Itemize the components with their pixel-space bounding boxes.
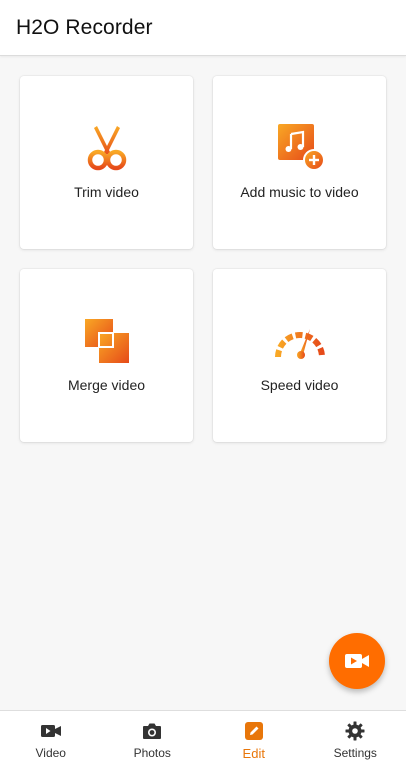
merge-video-card[interactable]: Merge video — [20, 269, 193, 442]
trim-video-label: Trim video — [74, 184, 139, 200]
camera-icon — [141, 720, 163, 742]
video-camera-icon — [344, 652, 370, 670]
nav-item-photos[interactable]: Photos — [102, 711, 204, 768]
nav-item-edit[interactable]: Edit — [203, 711, 305, 768]
nav-label-photos: Photos — [133, 746, 171, 760]
record-fab-button[interactable] — [329, 633, 385, 689]
app-title: H2O Recorder — [16, 15, 153, 39]
merge-icon — [81, 315, 133, 367]
add-music-icon — [274, 122, 326, 174]
video-camera-icon — [40, 720, 62, 742]
app-bar: H2O Recorder — [0, 0, 406, 56]
nav-label-video: Video — [35, 746, 66, 760]
nav-item-video[interactable]: Video — [0, 711, 102, 768]
speedometer-icon — [274, 315, 326, 367]
speed-video-card[interactable]: Speed video — [213, 269, 386, 442]
pencil-icon — [243, 720, 265, 742]
trim-video-card[interactable]: Trim video — [20, 76, 193, 249]
add-music-label: Add music to video — [240, 184, 359, 200]
scissors-icon — [81, 122, 133, 174]
add-music-card[interactable]: Add music to video — [213, 76, 386, 249]
merge-video-label: Merge video — [67, 377, 146, 393]
edit-tools-grid: Trim video Add music to video Merge vide… — [20, 76, 386, 442]
nav-label-edit: Edit — [242, 746, 265, 761]
nav-item-settings[interactable]: Settings — [305, 711, 406, 768]
gear-icon — [344, 720, 366, 742]
nav-label-settings: Settings — [333, 746, 377, 760]
bottom-navigation: Video Photos Edit Settings — [0, 710, 406, 768]
speed-video-label: Speed video — [260, 377, 339, 393]
